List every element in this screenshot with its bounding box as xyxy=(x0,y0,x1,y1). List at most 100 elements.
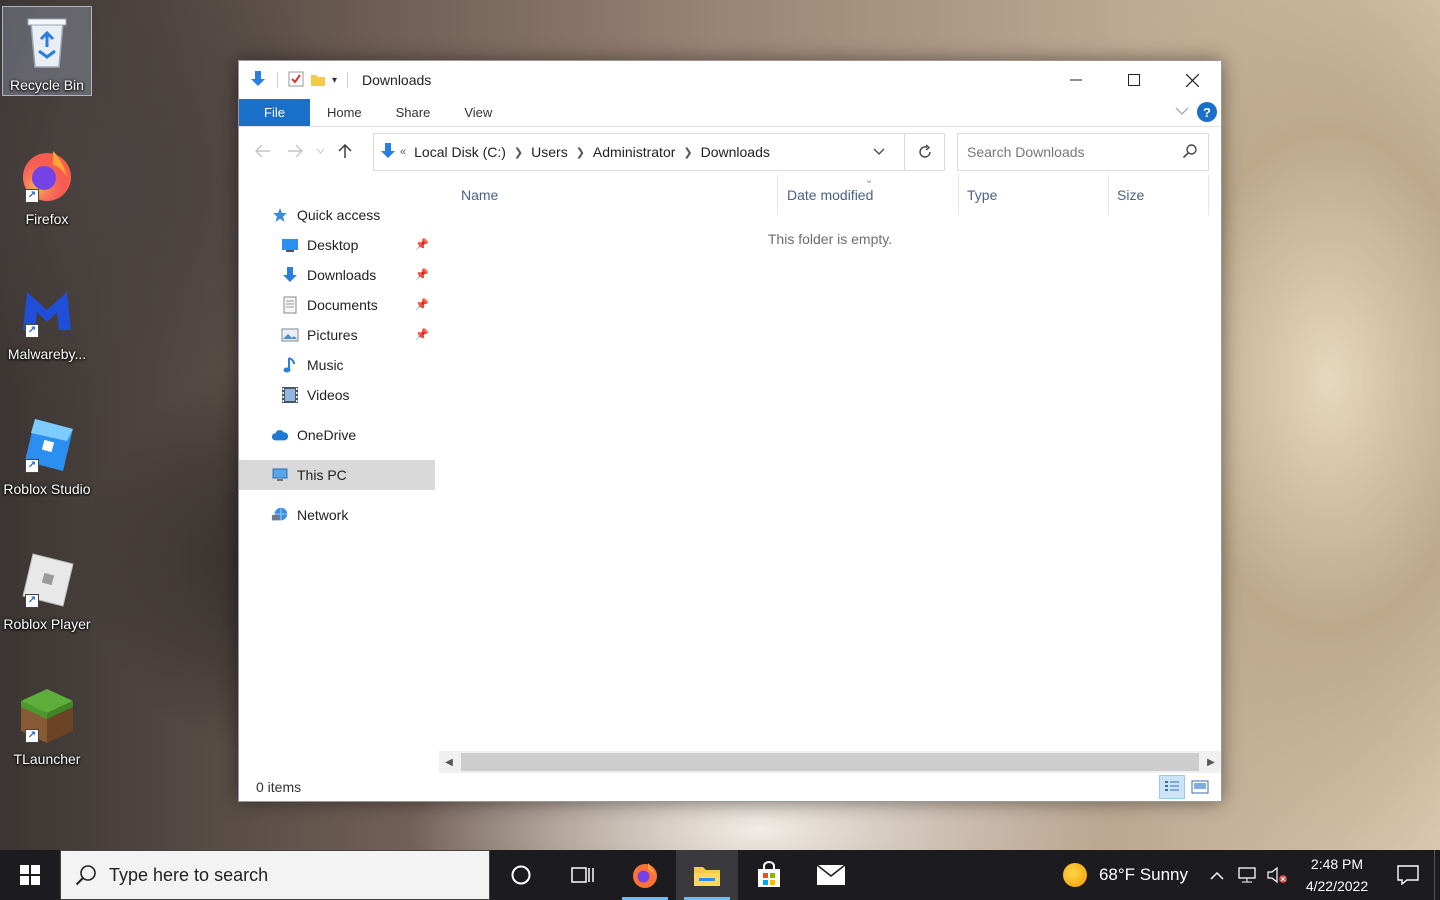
desktop-icon-recycle-bin[interactable]: Recycle Bin xyxy=(2,6,92,96)
address-history-button[interactable] xyxy=(864,134,894,170)
sidebar-item-label: Network xyxy=(297,507,349,523)
chevron-right-icon[interactable]: ❯ xyxy=(679,146,696,159)
notification-icon xyxy=(1397,865,1419,885)
cloud-icon xyxy=(271,426,289,444)
navigation-pane: Quick access Desktop 📌 Downloads 📌 Docum… xyxy=(239,175,435,777)
taskbar-microsoft-store[interactable] xyxy=(738,850,800,900)
item-count: 0 items xyxy=(256,779,302,795)
weather-widget[interactable]: 68°F Sunny xyxy=(1062,863,1188,887)
customize-toolbar-icon[interactable]: ▾ xyxy=(332,75,337,86)
sidebar-item-label: Videos xyxy=(307,387,350,403)
speaker-muted-icon xyxy=(1267,866,1287,884)
sidebar-item-label: Pictures xyxy=(307,327,358,343)
breadcrumb-local-disk[interactable]: Local Disk (C:) xyxy=(410,144,510,160)
taskbar-search-box[interactable]: Type here to search xyxy=(60,850,490,900)
search-icon[interactable] xyxy=(1182,143,1198,162)
sidebar-item-label: OneDrive xyxy=(297,427,357,443)
sidebar-item-this-pc[interactable]: This PC xyxy=(239,460,435,490)
desktop-icon-roblox-studio[interactable]: ↗ Roblox Studio xyxy=(2,411,92,499)
ribbon-tabs: File Home Share View ? xyxy=(239,99,1221,127)
clock[interactable]: 2:48 PM 4/22/2022 xyxy=(1296,853,1378,897)
sidebar-item-downloads[interactable]: Downloads 📌 xyxy=(239,260,435,290)
column-headers: Name ⌄ Date modified Type Size xyxy=(439,175,1221,215)
network-icon xyxy=(271,506,289,524)
scroll-left-icon[interactable]: ◀ xyxy=(439,751,459,773)
column-header-date-modified[interactable]: Date modified xyxy=(779,175,959,215)
chevron-right-icon[interactable]: ❯ xyxy=(510,146,527,159)
sidebar-item-desktop[interactable]: Desktop 📌 xyxy=(239,230,435,260)
toolbar-separator xyxy=(347,72,349,88)
refresh-button[interactable] xyxy=(904,134,944,170)
volume-button[interactable] xyxy=(1262,850,1292,900)
downloads-location-icon xyxy=(380,142,396,163)
chevron-right-icon[interactable]: ❯ xyxy=(572,146,589,159)
maximize-button[interactable] xyxy=(1105,61,1163,99)
sidebar-item-quick-access[interactable]: Quick access xyxy=(239,200,435,230)
details-view-button[interactable] xyxy=(1159,775,1185,799)
show-hidden-icons-button[interactable] xyxy=(1202,850,1232,900)
breadcrumb-downloads[interactable]: Downloads xyxy=(697,144,774,160)
pin-icon[interactable]: 📌 xyxy=(415,238,429,251)
show-desktop-button[interactable] xyxy=(1434,850,1440,900)
sidebar-item-videos[interactable]: Videos xyxy=(239,380,435,410)
sidebar-item-pictures[interactable]: Pictures 📌 xyxy=(239,320,435,350)
search-box[interactable] xyxy=(957,133,1209,171)
sidebar-item-onedrive[interactable]: OneDrive xyxy=(239,420,435,450)
sidebar-item-label: Documents xyxy=(307,297,378,313)
taskbar-file-explorer[interactable] xyxy=(676,850,738,900)
new-folder-icon[interactable] xyxy=(310,71,326,90)
roblox-player-icon: ↗ xyxy=(17,550,77,610)
tab-home[interactable]: Home xyxy=(310,99,379,126)
sidebar-item-music[interactable]: Music xyxy=(239,350,435,380)
tab-view[interactable]: View xyxy=(447,99,509,126)
column-header-size[interactable]: Size xyxy=(1109,175,1209,215)
close-button[interactable] xyxy=(1163,61,1221,99)
column-header-type[interactable]: Type xyxy=(959,175,1109,215)
properties-icon[interactable] xyxy=(288,71,304,90)
recent-locations-button[interactable] xyxy=(311,136,329,166)
column-header-name[interactable]: Name xyxy=(453,175,778,215)
tab-file[interactable]: File xyxy=(239,99,310,126)
minimize-button[interactable] xyxy=(1047,61,1105,99)
breadcrumb-users[interactable]: Users xyxy=(527,144,572,160)
large-icons-view-icon xyxy=(1191,780,1209,794)
sidebar-item-label: This PC xyxy=(297,467,347,483)
cortana-button[interactable] xyxy=(490,850,552,900)
ribbon-right-controls: ? xyxy=(1175,102,1217,122)
desktop-icon-malwarebytes[interactable]: ↗ Malwareby... xyxy=(2,276,92,364)
desktop-icon-firefox[interactable]: ↗ Firefox xyxy=(2,141,92,229)
large-icons-view-button[interactable] xyxy=(1187,775,1213,799)
horizontal-scrollbar[interactable]: ◀ ▶ xyxy=(439,751,1221,773)
firefox-icon: ↗ xyxy=(17,145,77,205)
breadcrumb-overflow[interactable]: « xyxy=(396,146,410,158)
up-button[interactable] xyxy=(329,136,361,166)
music-folder-icon xyxy=(281,356,299,374)
breadcrumb-administrator[interactable]: Administrator xyxy=(589,144,679,160)
scrollbar-thumb[interactable] xyxy=(461,753,1199,771)
forward-button[interactable] xyxy=(279,136,311,166)
network-status-button[interactable] xyxy=(1232,850,1262,900)
scroll-right-icon[interactable]: ▶ xyxy=(1201,751,1221,773)
pin-icon[interactable]: 📌 xyxy=(415,298,429,311)
action-center-button[interactable] xyxy=(1382,850,1434,900)
tab-share[interactable]: Share xyxy=(379,99,448,126)
desktop-icon-label: Roblox Player xyxy=(3,616,91,632)
expand-ribbon-icon[interactable] xyxy=(1175,105,1189,119)
desktop-icon-tlauncher[interactable]: ↗ TLauncher xyxy=(2,681,92,769)
task-view-button[interactable] xyxy=(552,850,614,900)
desktop-icon-roblox-player[interactable]: ↗ Roblox Player xyxy=(2,546,92,634)
pin-icon[interactable]: 📌 xyxy=(415,328,429,341)
back-button[interactable] xyxy=(247,136,279,166)
taskbar-firefox[interactable] xyxy=(614,850,676,900)
search-input[interactable] xyxy=(967,144,1172,160)
sidebar-item-documents[interactable]: Documents 📌 xyxy=(239,290,435,320)
address-bar[interactable]: « Local Disk (C:) ❯ Users ❯ Administrato… xyxy=(373,133,945,171)
sidebar-item-network[interactable]: Network xyxy=(239,500,435,530)
start-button[interactable] xyxy=(0,850,60,900)
taskbar-mail[interactable] xyxy=(800,850,862,900)
desktop-icon-label: TLauncher xyxy=(13,751,81,767)
pin-icon[interactable]: 📌 xyxy=(415,268,429,281)
help-icon[interactable]: ? xyxy=(1197,102,1217,122)
